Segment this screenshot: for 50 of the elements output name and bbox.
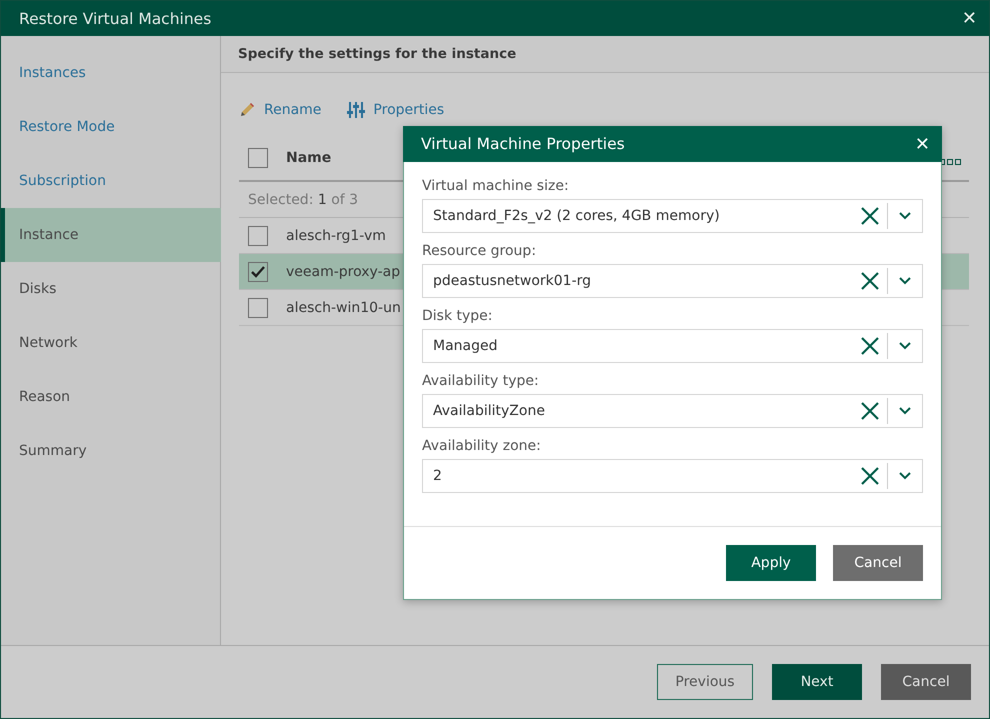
- sidebar-item[interactable]: Subscription: [1, 154, 220, 208]
- dropdown-field[interactable]: Standard_F2s_v2 (2 cores, 4GB memory): [422, 199, 923, 233]
- field-label: Disk type:: [422, 308, 494, 324]
- checkbox[interactable]: [248, 262, 268, 282]
- field-label: Resource group:: [422, 243, 538, 259]
- dropdown-field[interactable]: 2: [422, 459, 923, 493]
- sidebar-item[interactable]: Instance: [1, 208, 221, 262]
- sidebar-item[interactable]: Network: [1, 316, 220, 370]
- clear-icon[interactable]: [860, 401, 880, 421]
- column-header[interactable]: Name: [286, 150, 332, 166]
- field-label: Availability type:: [422, 373, 540, 389]
- sidebar-item[interactable]: Instances: [1, 46, 220, 100]
- close-button[interactable]: ✕: [912, 134, 932, 154]
- dropdown-field[interactable]: pdeastusnetwork01-rg: [422, 264, 923, 298]
- table-cell: alesch-win10-un: [286, 300, 401, 316]
- sidebar-item[interactable]: Summary: [1, 424, 220, 478]
- dialog-title: Virtual Machine Properties: [421, 135, 625, 153]
- field-label: Availability zone:: [422, 438, 542, 454]
- dropdown-field[interactable]: Managed: [422, 329, 923, 363]
- clear-icon[interactable]: [860, 336, 880, 356]
- properties-button[interactable]: Properties: [347, 98, 444, 122]
- pencil-icon: [238, 101, 256, 119]
- field-label: Virtual machine size:: [422, 178, 570, 194]
- selection-summary: Selected: 1 of 3: [248, 192, 358, 208]
- sidebar-item[interactable]: Restore Mode: [1, 100, 220, 154]
- clear-icon[interactable]: [860, 466, 880, 486]
- previous-button[interactable]: Previous: [657, 664, 753, 700]
- window-title: Restore Virtual Machines: [19, 10, 212, 28]
- checkbox[interactable]: [248, 226, 268, 246]
- chevron-down-icon[interactable]: [899, 407, 911, 415]
- chevron-down-icon[interactable]: [899, 277, 911, 285]
- next-button[interactable]: Next: [772, 664, 862, 700]
- rename-button[interactable]: Rename: [238, 98, 322, 122]
- clear-icon[interactable]: [860, 206, 880, 226]
- checkbox[interactable]: [248, 148, 268, 168]
- sliders-icon: [347, 101, 366, 119]
- cancel-button[interactable]: Cancel: [833, 545, 923, 581]
- cancel-button[interactable]: Cancel: [881, 664, 971, 700]
- chevron-down-icon[interactable]: [899, 472, 911, 480]
- table-cell: veeam-proxy-ap: [286, 264, 400, 280]
- chevron-down-icon[interactable]: [899, 342, 911, 350]
- sidebar-item[interactable]: Reason: [1, 370, 220, 424]
- checkbox[interactable]: [248, 298, 268, 318]
- close-button[interactable]: ✕: [960, 8, 979, 29]
- clear-icon[interactable]: [860, 271, 880, 291]
- chevron-down-icon[interactable]: [899, 212, 911, 220]
- dropdown-field[interactable]: AvailabilityZone: [422, 394, 923, 428]
- apply-button[interactable]: Apply: [726, 545, 816, 581]
- table-cell: alesch-rg1-vm: [286, 228, 386, 244]
- sidebar-item[interactable]: Disks: [1, 262, 220, 316]
